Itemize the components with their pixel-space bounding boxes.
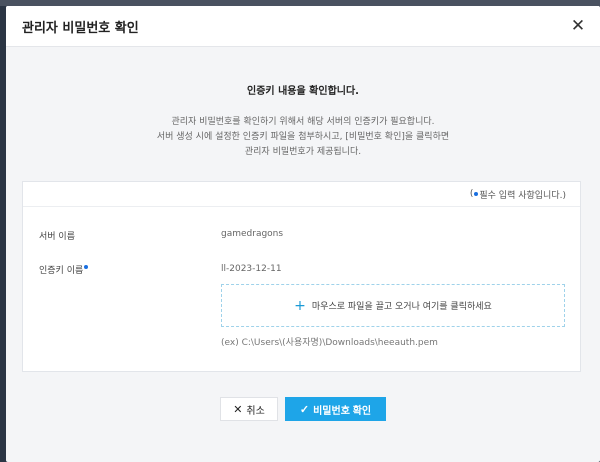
intro-section: 인증키 내용을 확인합니다. 관리자 비밀번호를 확인하기 위해서 해당 서버의…: [6, 47, 600, 160]
required-dot-icon: [84, 265, 89, 269]
confirm-password-button[interactable]: ✓ 비밀번호 확인: [285, 397, 386, 421]
auth-key-label-row: 인증키 이름: [39, 263, 89, 276]
x-icon: ✕: [233, 403, 243, 416]
dropzone-text: 마우스로 파일을 끌고 오거나 여기를 클릭하세요: [311, 302, 492, 312]
example-path: (ex) C:\Users\(사용자명)\Downloads\heeauth.p…: [221, 338, 438, 348]
cancel-label: 취소: [246, 405, 265, 417]
password-confirm-modal: 관리자 비밀번호 확인 ✕ 인증키 내용을 확인합니다. 관리자 비밀번호를 확…: [6, 6, 600, 462]
form-panel: ( 필수 입력 사항입니다.) 서버 이름 gamedragons 인증키 이름…: [22, 181, 581, 372]
required-dot-icon: [474, 192, 479, 196]
cancel-button[interactable]: ✕ 취소: [220, 397, 278, 421]
required-note-open: (: [469, 189, 474, 199]
auth-key-label: 인증키 이름: [39, 266, 84, 276]
intro-heading: 인증키 내용을 확인합니다.: [247, 86, 359, 97]
plus-icon: +: [294, 297, 306, 314]
intro-line: 서버 생성 시에 설정한 인증키 파일을 첨부하시고, [비밀번호 확인]을 클…: [156, 132, 450, 142]
server-name-label: 서버 이름: [39, 232, 75, 242]
intro-line: 관리자 비밀번호가 제공됩니다.: [244, 147, 362, 157]
close-icon: ✕: [570, 15, 586, 36]
server-name-value: gamedragons: [221, 229, 284, 239]
auth-key-value: ll-2023-12-11: [221, 264, 282, 274]
confirm-label: 비밀번호 확인: [313, 405, 372, 417]
required-note: ( 필수 입력 사항입니다.): [23, 182, 580, 207]
intro-description: 관리자 비밀번호를 확인하기 위해서 해당 서버의 인증키가 필요합니다. 서버…: [6, 115, 600, 160]
close-button[interactable]: ✕: [570, 15, 586, 36]
intro-line: 관리자 비밀번호를 확인하기 위해서 해당 서버의 인증키가 필요합니다.: [171, 117, 435, 127]
modal-footer: ✕ 취소 ✓ 비밀번호 확인: [6, 397, 600, 421]
required-note-text: 필수 입력 사항입니다.): [479, 190, 566, 201]
check-icon: ✓: [299, 403, 310, 416]
modal-title: 관리자 비밀번호 확인: [22, 20, 139, 36]
modal-header: 관리자 비밀번호 확인 ✕: [6, 6, 600, 47]
file-dropzone[interactable]: + 마우스로 파일을 끌고 오거나 여기를 클릭하세요: [221, 284, 565, 327]
